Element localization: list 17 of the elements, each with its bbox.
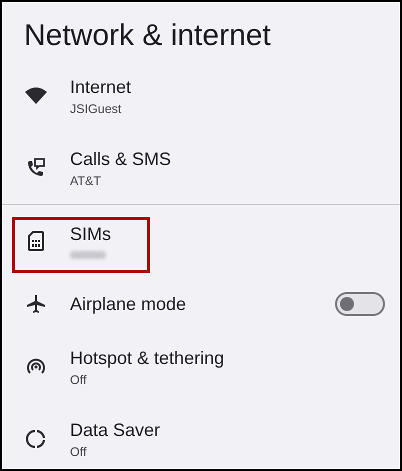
setting-label[interactable]: Internet — [70, 76, 132, 98]
setting-label[interactable]: Hotspot & tethering — [70, 348, 224, 368]
setting-summary: Off — [70, 372, 86, 386]
setting-label[interactable]: Data Saver — [70, 420, 160, 440]
setting-label[interactable]: Calls & SMS — [70, 148, 172, 170]
sim-card-icon — [28, 231, 44, 251]
phone-message-icon — [26, 158, 46, 178]
wifi-icon — [25, 87, 47, 105]
toggle-switch[interactable] — [335, 292, 385, 316]
airplane-icon — [26, 294, 46, 314]
setting-label[interactable]: Airplane mode — [70, 294, 186, 314]
setting-summary: AT&T — [70, 174, 102, 188]
setting-summary: Off — [70, 444, 86, 458]
setting-label[interactable]: SIMs — [70, 224, 112, 244]
page-title: Network & internet — [23, 18, 272, 54]
setting-summary: JSIGuest — [70, 102, 122, 116]
data-saver-icon — [26, 429, 46, 449]
